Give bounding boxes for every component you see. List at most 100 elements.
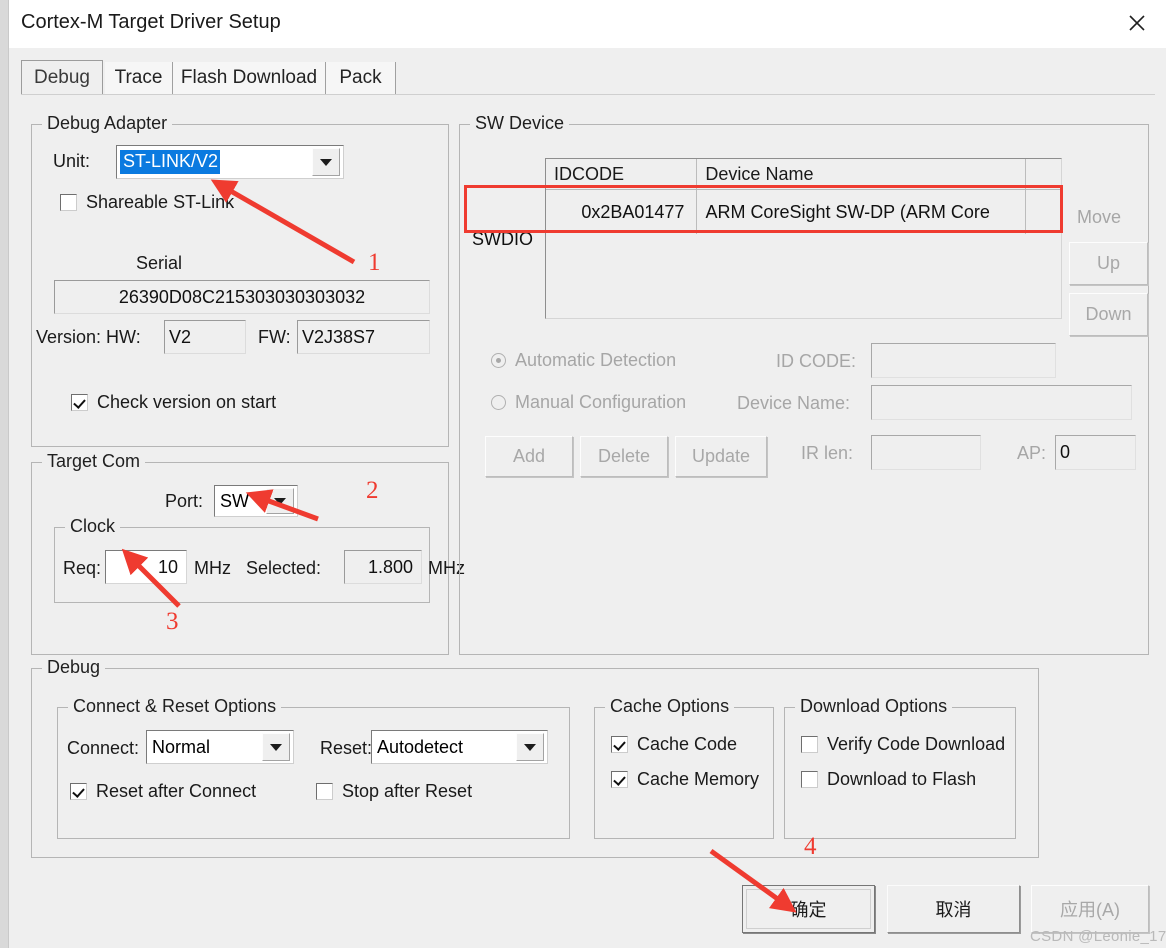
update-button[interactable]: Update (675, 436, 767, 477)
clock-req-field[interactable]: 10 (105, 550, 187, 584)
selected-label: Selected: (246, 558, 322, 578)
check-version-on-start-checkbox[interactable]: Check version on start (71, 392, 276, 413)
cache-code-label: Cache Code (637, 734, 738, 754)
download-to-flash-label: Download to Flash (827, 769, 977, 789)
reset-after-connect-checkbox[interactable]: Reset after Connect (70, 781, 256, 802)
port-combobox-value: SW (220, 490, 249, 511)
cancel-label: 取消 (935, 900, 972, 920)
tab-underline (21, 94, 1155, 95)
chevron-down-icon (274, 497, 286, 505)
unit-label: Unit: (53, 151, 91, 171)
download-options-group: Download Options Verify Code Download Do… (784, 696, 1016, 839)
tab-trace[interactable]: Trace (105, 62, 173, 94)
connect-combobox-value: Normal (152, 736, 211, 757)
port-combobox-chevron-down-icon[interactable] (266, 488, 294, 514)
ap-field[interactable]: 0 (1055, 435, 1136, 470)
stop-after-reset-label: Stop after Reset (342, 781, 473, 801)
stop-after-reset-checkbox[interactable]: Stop after Reset (316, 781, 472, 802)
connect-reset-options-legend: Connect & Reset Options (68, 696, 282, 717)
tab-strip: Debug Trace Flash Download Pack (21, 60, 1155, 94)
move-down-button[interactable]: Down (1069, 293, 1148, 336)
move-label: Move (1077, 207, 1122, 227)
verify-code-download-checkbox[interactable]: Verify Code Download (801, 734, 1005, 755)
annotation-number-3: 3 (166, 608, 179, 635)
clock-selected-value: 1.800 (367, 556, 413, 577)
serial-label: Serial (136, 253, 183, 273)
verify-code-download-checkbox-box (801, 736, 818, 753)
reset-label: Reset: (320, 738, 373, 758)
annotation-number-4: 4 (804, 833, 817, 860)
cache-memory-checkbox-box (611, 771, 628, 788)
clock-legend: Clock (65, 516, 121, 537)
connect-combobox-chevron-down-icon[interactable] (262, 733, 290, 761)
target-com-group: Target Com Port: SW Clock Req: 10 MHz Se… (31, 451, 465, 655)
connect-reset-options-group: Connect & Reset Options Connect: Normal … (57, 696, 570, 839)
port-label: Port: (165, 491, 204, 511)
tab-flash-download[interactable]: Flash Download (173, 62, 326, 94)
fw-version-value: V2J38S7 (302, 326, 376, 347)
ir-len-field[interactable] (871, 435, 981, 470)
port-combobox[interactable]: SW (214, 485, 298, 517)
target-com-legend: Target Com (42, 451, 146, 472)
delete-label: Delete (597, 446, 651, 466)
reset-after-connect-checkbox-box (70, 783, 87, 800)
automatic-detection-radio-circle (491, 353, 506, 368)
manual-configuration-radio[interactable]: Manual Configuration (491, 392, 686, 413)
move-up-button[interactable]: Up (1069, 242, 1148, 285)
close-icon[interactable] (1109, 0, 1165, 46)
debug-group: Debug Connect & Reset Options Connect: N… (31, 657, 1039, 858)
reset-combobox[interactable]: Autodetect (371, 730, 548, 764)
cache-code-checkbox[interactable]: Cache Code (611, 734, 737, 755)
unit-combobox-value: ST-LINK/V2 (120, 150, 221, 174)
sw-device-legend: SW Device (470, 113, 570, 134)
tab-flash-download-label: Flash Download (180, 67, 318, 88)
device-name-field[interactable] (871, 385, 1132, 420)
move-down-label: Down (1085, 304, 1132, 324)
serial-field: 26390D08C215303030303032 (54, 280, 430, 314)
reset-after-connect-label: Reset after Connect (96, 781, 257, 801)
clock-group: Clock Req: 10 MHz Selected: 1.800 MHz (54, 516, 465, 603)
unit-combobox-chevron-down-icon[interactable] (312, 148, 340, 176)
tab-pack-label: Pack (339, 67, 382, 88)
download-to-flash-checkbox[interactable]: Download to Flash (801, 769, 976, 790)
sw-device-table[interactable]: IDCODE Device Name 0x2BA01477 ARM CoreSi… (545, 158, 1062, 319)
tab-debug-label: Debug (34, 66, 90, 88)
tab-trace-label: Trace (114, 67, 163, 88)
add-label: Add (512, 446, 546, 466)
cache-options-legend: Cache Options (605, 696, 735, 717)
shareable-st-link-checkbox[interactable]: Shareable ST-Link (60, 192, 234, 213)
serial-value: 26390D08C215303030303032 (118, 286, 366, 307)
watermark: CSDN @Leonie_17 (1030, 928, 1166, 945)
chevron-down-icon (270, 743, 282, 751)
debug-group-legend: Debug (42, 657, 106, 678)
unit-combobox[interactable]: ST-LINK/V2 (116, 145, 344, 179)
cache-memory-checkbox[interactable]: Cache Memory (611, 769, 759, 790)
annotation-number-1: 1 (368, 249, 381, 276)
shareable-st-link-label: Shareable ST-Link (86, 192, 235, 212)
dialog-client: Debug Trace Flash Download Pack Debug Ad… (9, 48, 1166, 948)
automatic-detection-radio[interactable]: Automatic Detection (491, 350, 676, 371)
ok-label: 确定 (790, 900, 827, 920)
delete-button[interactable]: Delete (580, 436, 668, 477)
version-label: Version: HW: (36, 327, 141, 347)
move-up-label: Up (1096, 253, 1120, 273)
check-version-on-start-label: Check version on start (97, 392, 277, 412)
reset-combobox-value: Autodetect (377, 736, 464, 757)
cache-memory-label: Cache Memory (637, 769, 760, 789)
window-title: Cortex-M Target Driver Setup (21, 11, 281, 33)
tab-pack[interactable]: Pack (326, 62, 396, 94)
id-code-field[interactable] (871, 343, 1056, 378)
apply-button[interactable]: 应用(A) (1031, 885, 1149, 933)
chevron-down-icon (524, 743, 536, 751)
debug-adapter-group: Debug Adapter Unit: ST-LINK/V2 Shareable… (31, 113, 449, 447)
check-version-on-start-checkbox-box (71, 394, 88, 411)
req-unit-label: MHz (194, 558, 231, 578)
cancel-button[interactable]: 取消 (887, 885, 1020, 933)
tab-debug[interactable]: Debug (21, 60, 103, 94)
connect-combobox[interactable]: Normal (146, 730, 294, 764)
manual-configuration-label: Manual Configuration (515, 392, 687, 412)
reset-combobox-chevron-down-icon[interactable] (516, 733, 544, 761)
fw-version-field: V2J38S7 (297, 320, 430, 354)
add-button[interactable]: Add (485, 436, 573, 477)
ok-button[interactable]: 确定 (742, 885, 875, 933)
